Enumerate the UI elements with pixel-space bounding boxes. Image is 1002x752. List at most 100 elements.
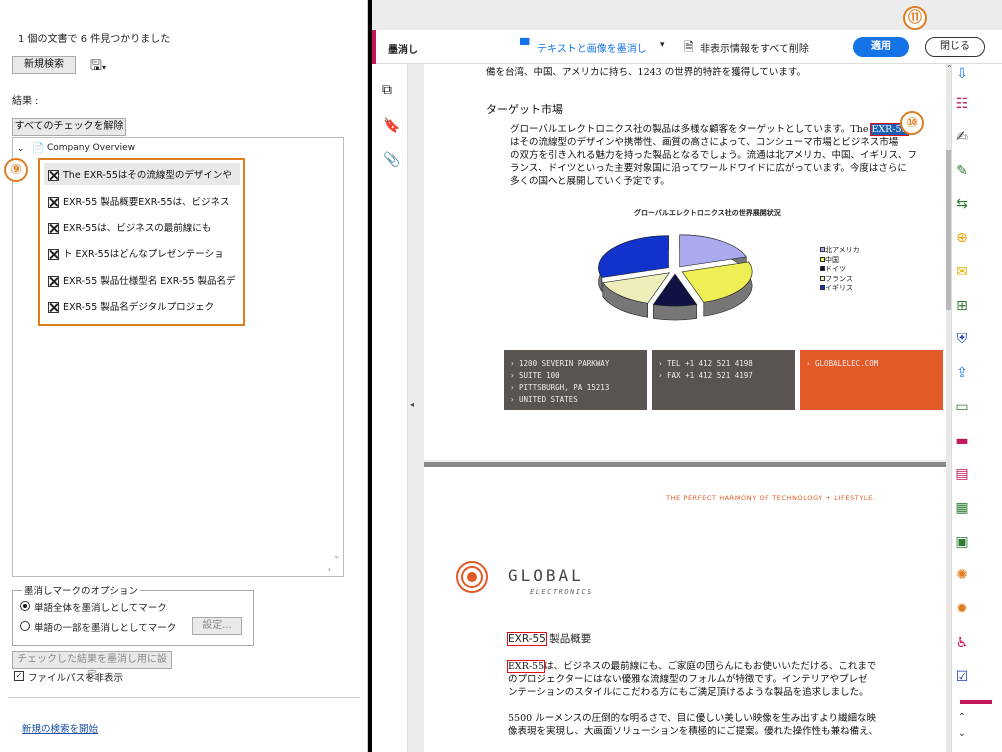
doc-top-line: 備を台湾、中国、アメリカに持ち、1243 の世界的特許を獲得しています。	[486, 67, 806, 78]
organize-pages-icon[interactable]: ☷	[951, 94, 973, 114]
edit-pdf-icon[interactable]: ✎	[951, 161, 973, 181]
tagline: THE PERFECT HARMONY OF TECHNOLOGY + LIFE…	[666, 494, 876, 502]
apply-checked-button[interactable]: チェックした結果を墨消し用に設定	[12, 651, 172, 681]
result-item-4[interactable]: ト EXR-55はどんなプレゼンテーショ	[63, 246, 224, 260]
doc-name[interactable]: Company Overview	[47, 143, 135, 153]
options-title: 墨消しマークのオプション	[22, 583, 141, 597]
legend-label: イギリス	[825, 284, 853, 292]
result-item-6[interactable]: EXR-55 製品名デジタルプロジェク	[63, 299, 214, 313]
scroll-right-icon[interactable]: ›	[328, 565, 331, 574]
result-summary: 1 個の文書で 6 件見つかりました	[18, 34, 171, 45]
scroll-down-icon[interactable]: ⌄	[333, 551, 340, 560]
radio-partial-word[interactable]	[20, 621, 30, 631]
export-pdf-icon[interactable]: ⇩	[951, 64, 973, 84]
uncheck-all-button[interactable]: すべてのチェックを解除	[12, 118, 126, 136]
attachment-icon[interactable]: 📎	[383, 152, 400, 168]
chevron-down-icon[interactable]: ▾	[660, 40, 665, 50]
doc-para-line-1: グローバルエレクトロニクス社の製品は多様な顧客をターゲットとしています。The …	[510, 123, 909, 137]
result-item-5[interactable]: EXR-55 製品仕様型名 EXR-55 製品名デ	[63, 273, 236, 287]
address-box: › 1200 SEVERIN PARKWAY › SUITE 100 › PIT…	[504, 350, 647, 410]
active-tool-indicator	[960, 700, 992, 704]
legend-label: 中国	[825, 255, 839, 264]
save-icon: 🖫	[90, 58, 102, 74]
collapse-arrow-icon[interactable]: ◂	[410, 400, 414, 409]
redact-marker-icon: ▀	[520, 38, 530, 52]
media-icon[interactable]: ▣	[951, 532, 973, 552]
legend-item-4: フランス	[820, 275, 860, 285]
radio-whole-word[interactable]	[20, 601, 30, 611]
website-box: › GLOBALELEC.COM	[800, 350, 943, 410]
page-thumbnails-icon[interactable]: ⧉	[382, 82, 392, 98]
certificate-icon[interactable]: ✺	[951, 565, 973, 585]
print-production-icon[interactable]: ▦	[951, 498, 973, 518]
phone-box: › TEL +1 412 521 4198 › FAX +1 412 521 4…	[652, 350, 795, 410]
result-item-2[interactable]: EXR-55 製品概要EXR-55は、ビジネス	[63, 194, 230, 208]
close-button[interactable]: 閉じる	[925, 37, 985, 57]
callout-badge-9: ⑨	[4, 158, 28, 182]
hide-path-checkbox[interactable]: ✓	[14, 671, 24, 681]
measure-icon[interactable]: ▬	[951, 431, 973, 451]
legend-item-5: イギリス	[820, 284, 860, 294]
legend-label: フランス	[825, 274, 853, 283]
bookmark-icon[interactable]: 🔖	[383, 118, 400, 134]
doc-para-line-4: ランス、ドイツといった主要対象国に沿ってワールドワイドに広がっています。今度はさ…	[510, 163, 907, 174]
comment-icon[interactable]: ✉	[951, 262, 973, 282]
pie-slice-side	[653, 304, 697, 321]
redact-mark[interactable]: EXR-55	[507, 632, 547, 646]
callout-badge-10: ⑩	[900, 111, 924, 135]
legend-item-2: 中国	[820, 256, 860, 266]
toolbar-accent	[372, 30, 376, 64]
action-wizard-icon[interactable]: ✹	[951, 599, 973, 619]
pie-slices	[598, 234, 753, 321]
search-redact-panel: 1 個の文書で 6 件見つかりました 新規検索 🖫▾ 結果 : すべてのチェック…	[0, 0, 368, 752]
start-new-search-link[interactable]: 新規の検索を開始	[22, 721, 98, 735]
body-line-2: のプロジェクターにはない優雅な流線型のフォルムが特徴です。インテリアやプレゼ	[508, 674, 868, 685]
settings-button[interactable]: 設定...	[192, 617, 242, 635]
doc-para-line-3: の双方を引き入れる魅力を持った製品となるでしょう。流通は北アメリカ、中国、イギリ…	[510, 150, 917, 161]
radio-partial-word-label[interactable]: 単語の一部を墨消しとしてマーク	[34, 620, 176, 634]
save-menu-button[interactable]: 🖫▾	[90, 55, 120, 75]
pdf-file-icon: 📄	[32, 143, 45, 154]
scan-icon[interactable]: ⊞	[951, 296, 973, 316]
redact-mark[interactable]: EXR-55	[506, 660, 546, 673]
doc-para-line-5: 多くの国へと展開していく予定です。	[510, 176, 670, 187]
chart-legend: 北アメリカ 中国 ドイツ フランス イギリス	[820, 246, 860, 294]
stamp-icon[interactable]: ▭	[951, 397, 973, 417]
pdf-convert-icon[interactable]: ▤	[951, 464, 973, 484]
new-search-button[interactable]: 新規検索	[12, 56, 76, 74]
result-checkbox-2[interactable]	[48, 197, 59, 208]
remove-hidden-info-button[interactable]: 非表示情報をすべて削除	[700, 40, 809, 55]
protect-icon[interactable]: ⛨	[951, 329, 973, 349]
para-text: グローバルエレクトロニクス社の製品は多様な顧客をターゲットとしています。The	[510, 124, 872, 135]
radio-whole-word-label[interactable]: 単語全体を墨消しとしてマーク	[34, 600, 167, 614]
compare-icon[interactable]: ⇆	[951, 194, 973, 214]
pie-slice	[598, 235, 669, 278]
scroll-down-icon[interactable]: ⌄	[951, 724, 973, 744]
result-checkbox-6[interactable]	[48, 302, 59, 313]
legend-item-1: 北アメリカ	[820, 246, 860, 256]
apply-button[interactable]: 適用	[853, 37, 909, 57]
logo-text: GLOBAL	[508, 566, 584, 585]
body-line-1: EXR-55は、ビジネスの最前線にも、ご家庭の団らんにもお使いいただける、これま…	[506, 660, 876, 674]
create-pdf-icon[interactable]: ⊕	[951, 228, 973, 248]
tool-checklist-icon[interactable]: ☑	[951, 667, 973, 687]
body-line-4: 5500 ルーメンスの圧倒的な明るさで、目に優しい美しい映像を生み出すより繊細な…	[508, 713, 877, 724]
chevron-down-icon[interactable]: ⌄	[17, 144, 25, 154]
result-checkbox-5[interactable]	[48, 276, 59, 287]
overview-heading: EXR-55 製品概要	[507, 631, 591, 646]
collapse-right-icon[interactable]: ⌃	[946, 64, 953, 73]
result-checkbox-4[interactable]	[48, 249, 59, 260]
hide-path-label[interactable]: ファイルパスを非表示	[28, 670, 123, 684]
fill-sign-icon[interactable]: ✍	[951, 127, 973, 147]
pie-chart	[598, 234, 753, 321]
result-item-3[interactable]: EXR-55は、ビジネスの最前線にも	[63, 220, 211, 234]
result-checkbox-1[interactable]	[48, 170, 59, 181]
redact-text-image-button[interactable]: テキストと画像を墨消し	[537, 40, 647, 55]
chevron-down-icon: ▾	[101, 63, 106, 72]
result-checkbox-3[interactable]	[48, 223, 59, 234]
accessibility-icon[interactable]: ♿	[951, 633, 973, 653]
body-line-5: 像表現を実現し、大画面ソリューションを積極的にご提案。優れた操作性も兼ね備え、	[508, 726, 879, 737]
logo-subtext: ELECTRONICS	[530, 588, 593, 596]
share-icon[interactable]: ⇪	[951, 363, 973, 383]
result-item-1[interactable]: The EXR-55はその流線型のデザインや	[63, 167, 232, 181]
